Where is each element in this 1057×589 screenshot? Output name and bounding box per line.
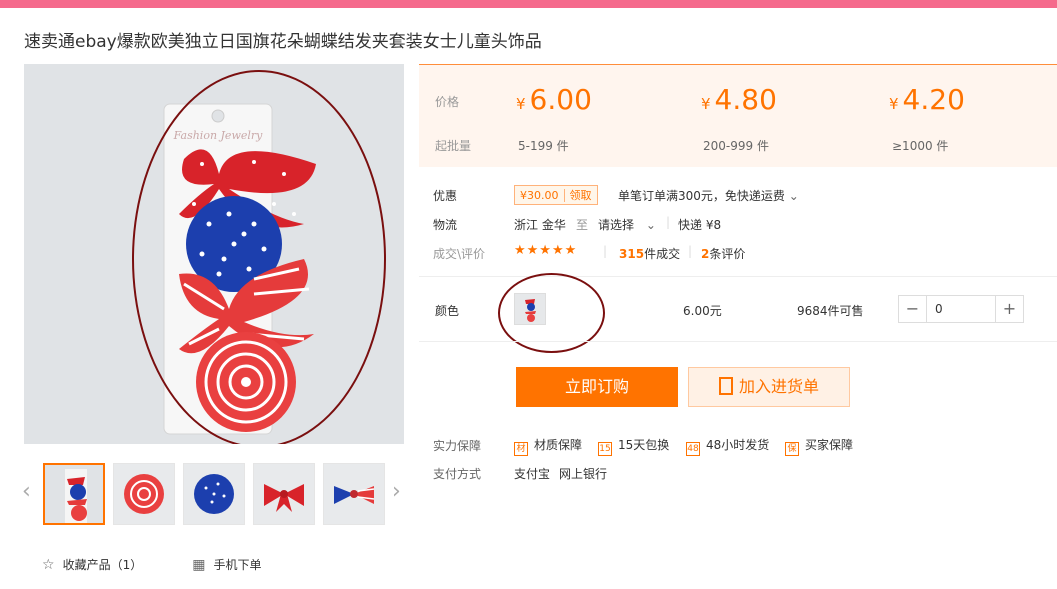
material-icon: 材	[514, 442, 528, 456]
clipboard-icon	[718, 377, 733, 395]
sold-number: 315	[619, 247, 645, 261]
top-nav-bar	[0, 0, 1057, 8]
guarantee-shipping: 48 48小时发货	[686, 436, 769, 456]
tier-price: 4.80	[714, 83, 777, 116]
add-cart-label: 加入进货单	[738, 377, 819, 396]
divider: |	[666, 215, 671, 229]
review-count[interactable]: 2条评价	[701, 245, 745, 262]
guarantee-material: 材材质保障	[514, 436, 582, 456]
tier-price: 6.00	[529, 83, 592, 116]
logistics-to: 至	[576, 218, 589, 232]
variant-stock: 9684件可售	[797, 304, 864, 318]
sold-count[interactable]: 315件成交	[619, 245, 680, 262]
promo-label: 优惠	[433, 189, 458, 203]
main-product-image[interactable]: Fashion Jewelry	[24, 64, 404, 444]
divider-line	[419, 276, 1057, 277]
shipping-time-icon: 48	[686, 442, 700, 456]
product-title: 速卖通ebay爆款欧美独立日国旗花朵蝴蝶结发夹套装女士儿童头饰品	[24, 32, 542, 52]
price-tier-1: ¥6.00	[516, 83, 592, 116]
guarantee-text: 15天包换	[618, 438, 670, 452]
thumbnail-5[interactable]	[323, 463, 385, 525]
mobile-order-label: 手机下单	[213, 558, 262, 572]
coupon-amount: ¥30.00	[520, 189, 559, 202]
thumbnail-3[interactable]	[183, 463, 245, 525]
price-tier-3: ¥4.20	[889, 83, 965, 116]
guarantee-text: 买家保障	[805, 438, 854, 452]
tier-range: 200-999 件	[703, 139, 769, 153]
moq-label: 起批量	[435, 139, 472, 153]
reviews-label: 成交\评价	[433, 247, 486, 261]
decrement-button[interactable]: −	[899, 296, 926, 322]
bottom-actions: ☆ 收藏产品（1） ▦ 手机下单	[42, 556, 261, 573]
chevron-down-icon: ⌄	[788, 189, 799, 203]
increment-button[interactable]: +	[996, 296, 1023, 322]
coupon-claim[interactable]: 领取	[563, 189, 592, 202]
add-to-cart-button[interactable]: 加入进货单	[688, 367, 850, 407]
quantity-stepper: − 0 +	[898, 295, 1024, 323]
currency-symbol: ¥	[516, 95, 526, 113]
destination-select[interactable]: 请选择 ⌄	[598, 216, 656, 233]
guarantee-exchange: 15 15天包换	[598, 436, 669, 456]
shipping-promo[interactable]: 单笔订单满300元，免快递运费 ⌄	[618, 187, 799, 204]
guarantee-buyer: 保买家保障	[785, 436, 853, 456]
divider: |	[688, 244, 693, 258]
variant-label: 颜色	[435, 304, 460, 318]
logistics-label: 物流	[433, 218, 458, 232]
shield-icon: 保	[785, 442, 799, 456]
guarantee-text: 48小时发货	[706, 438, 770, 452]
guarantee-label: 实力保障	[433, 439, 482, 453]
shipping-promo-text: 单笔订单满300元，免快递运费	[618, 189, 785, 203]
favorite-button[interactable]: ☆ 收藏产品（1）	[42, 556, 142, 573]
card-brand-text: Fashion Jewelry	[173, 129, 264, 142]
payment-bank: 网上银行	[559, 467, 608, 481]
qr-code-icon: ▦	[192, 557, 206, 573]
exchange-icon: 15	[598, 442, 612, 456]
guarantee-text: 材质保障	[534, 438, 583, 452]
thumbnail-4[interactable]	[253, 463, 315, 525]
currency-symbol: ¥	[701, 95, 711, 113]
thumbnail-2[interactable]	[113, 463, 175, 525]
quantity-input[interactable]: 0	[926, 296, 996, 322]
chevron-left-icon[interactable]: ‹	[22, 481, 31, 503]
star-outline-icon: ☆	[42, 557, 55, 573]
thumbnail-1[interactable]	[43, 463, 105, 525]
buy-now-button[interactable]: 立即订购	[516, 367, 678, 407]
currency-symbol: ¥	[889, 95, 899, 113]
product-photo-illustration: Fashion Jewelry	[24, 64, 404, 444]
variant-price: 6.00元	[683, 304, 722, 318]
divider: |	[603, 244, 608, 258]
destination-select-text: 请选择	[598, 218, 635, 232]
thumbnail-strip: ‹ ›	[22, 463, 412, 527]
sold-suffix: 件成交	[644, 247, 681, 261]
coupon-badge[interactable]: ¥30.00 领取	[514, 185, 598, 205]
tier-price: 4.20	[902, 83, 965, 116]
mobile-order-button[interactable]: ▦ 手机下单	[192, 556, 261, 573]
delivery-fee: 快递 ¥8	[678, 218, 722, 232]
price-label: 价格	[435, 95, 460, 109]
price-tier-2: ¥4.80	[701, 83, 777, 116]
review-suffix: 条评价	[709, 247, 746, 261]
price-box: 价格 起批量 ¥6.00 5-199 件 ¥4.80 200-999 件 ¥4.…	[419, 64, 1057, 167]
logistics-origin: 浙江 金华	[514, 218, 566, 232]
chevron-down-icon: ⌄	[645, 218, 656, 232]
payment-label: 支付方式	[433, 467, 482, 481]
favorite-label: 收藏产品（1）	[62, 558, 143, 572]
divider-line	[419, 341, 1057, 342]
tier-range: 5-199 件	[518, 139, 569, 153]
payment-alipay: 支付宝	[514, 467, 551, 481]
tier-range: ≥1000 件	[892, 139, 949, 153]
rating-stars: ★★★★★	[514, 243, 578, 258]
variant-swatch[interactable]	[514, 293, 546, 325]
chevron-right-icon[interactable]: ›	[392, 481, 401, 503]
